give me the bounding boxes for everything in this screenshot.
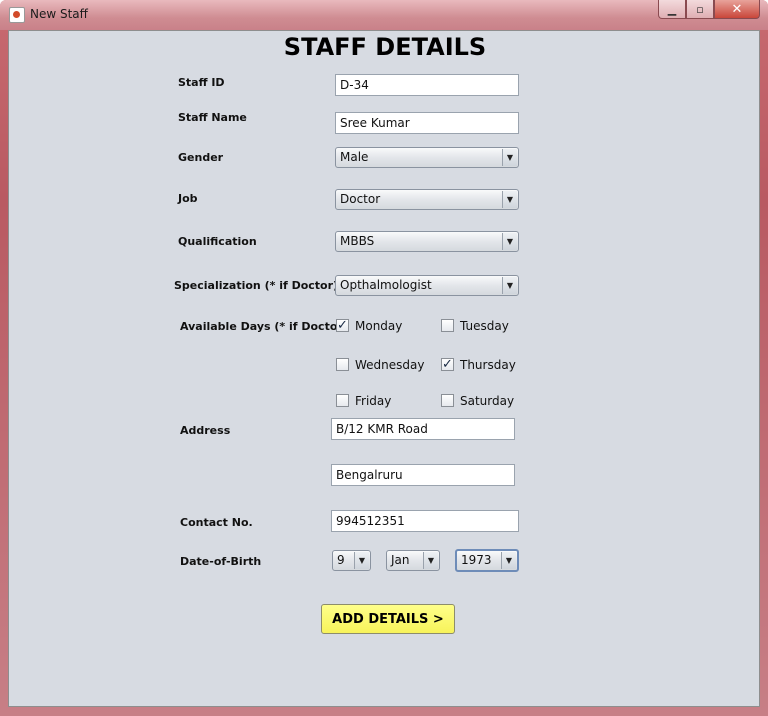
dob-year-select[interactable]: 1973 ▼ [455, 549, 519, 572]
maximize-icon: ▫ [696, 2, 704, 16]
add-details-button[interactable]: ADD DETAILS > [321, 604, 455, 634]
address-label: Address [180, 424, 231, 437]
tuesday-label: Tuesday [460, 319, 509, 333]
gender-select[interactable]: Male ▼ [335, 147, 519, 168]
gender-label: Gender [178, 151, 224, 164]
tuesday-checkbox[interactable] [441, 319, 454, 332]
chevron-down-icon[interactable]: ▼ [354, 552, 369, 569]
check-icon: ✓ [442, 357, 453, 372]
contact-field[interactable]: 994512351 [331, 510, 519, 532]
page-title: STAFF DETAILS [283, 33, 487, 61]
chevron-down-icon[interactable]: ▼ [502, 277, 517, 294]
minimize-button[interactable]: ▁ [658, 0, 686, 19]
chevron-down-icon[interactable]: ▼ [502, 191, 517, 208]
gender-value: Male [340, 150, 369, 164]
available-days-label: Available Days (* if Doctor) [180, 320, 348, 333]
close-icon: ✕ [731, 1, 743, 17]
chevron-down-icon[interactable]: ▼ [423, 552, 438, 569]
qualification-select[interactable]: MBBS ▼ [335, 231, 519, 252]
friday-checkbox[interactable] [336, 394, 349, 407]
qualification-value: MBBS [340, 234, 375, 248]
dob-day-select[interactable]: 9 ▼ [332, 550, 371, 571]
specialization-value: Opthalmologist [340, 278, 432, 292]
address-line2-field[interactable]: Bengalruru [331, 464, 515, 486]
window-title: New Staff [30, 7, 88, 21]
specialization-label: Specialization (* if Doctor) [174, 279, 339, 292]
staff-name-label: Staff Name [178, 111, 247, 124]
application-window: New Staff ▁ ▫ ✕ STAFF DETAILS Staff ID D… [0, 0, 768, 716]
address-line1-field[interactable]: B/12 KMR Road [331, 418, 515, 440]
thursday-label: Thursday [460, 358, 516, 372]
monday-label: Monday [355, 319, 403, 333]
dob-year-value: 1973 [461, 553, 492, 567]
staff-name-field[interactable]: Sree Kumar [335, 112, 519, 134]
friday-label: Friday [355, 394, 392, 408]
close-button[interactable]: ✕ [714, 0, 760, 19]
maximize-button[interactable]: ▫ [686, 0, 714, 19]
chevron-down-icon[interactable]: ▼ [502, 149, 517, 166]
job-label: Job [178, 192, 198, 205]
chevron-down-icon[interactable]: ▼ [502, 233, 517, 250]
check-icon: ✓ [337, 318, 348, 333]
title-bar[interactable]: New Staff ▁ ▫ ✕ [0, 0, 768, 30]
staff-id-field[interactable]: D-34 [335, 74, 519, 96]
saturday-label: Saturday [460, 394, 515, 408]
dob-month-value: Jan [391, 553, 410, 567]
staff-id-label: Staff ID [178, 76, 225, 89]
job-select[interactable]: Doctor ▼ [335, 189, 519, 210]
saturday-checkbox[interactable] [441, 394, 454, 407]
job-value: Doctor [340, 192, 381, 206]
wednesday-label: Wednesday [355, 358, 425, 372]
dob-month-select[interactable]: Jan ▼ [386, 550, 440, 571]
contact-label: Contact No. [180, 516, 253, 529]
thursday-checkbox[interactable]: ✓ [441, 358, 454, 371]
qualification-label: Qualification [178, 235, 257, 248]
staff-form-panel: STAFF DETAILS Staff ID D-34 Staff Name S… [8, 30, 760, 707]
minimize-icon: ▁ [667, 2, 677, 16]
wednesday-checkbox[interactable] [336, 358, 349, 371]
specialization-select[interactable]: Opthalmologist ▼ [335, 275, 519, 296]
monday-checkbox[interactable]: ✓ [336, 319, 349, 332]
java-app-icon [9, 7, 25, 23]
chevron-down-icon[interactable]: ▼ [501, 552, 516, 569]
dob-label: Date-of-Birth [180, 555, 262, 568]
dob-day-value: 9 [337, 553, 345, 567]
